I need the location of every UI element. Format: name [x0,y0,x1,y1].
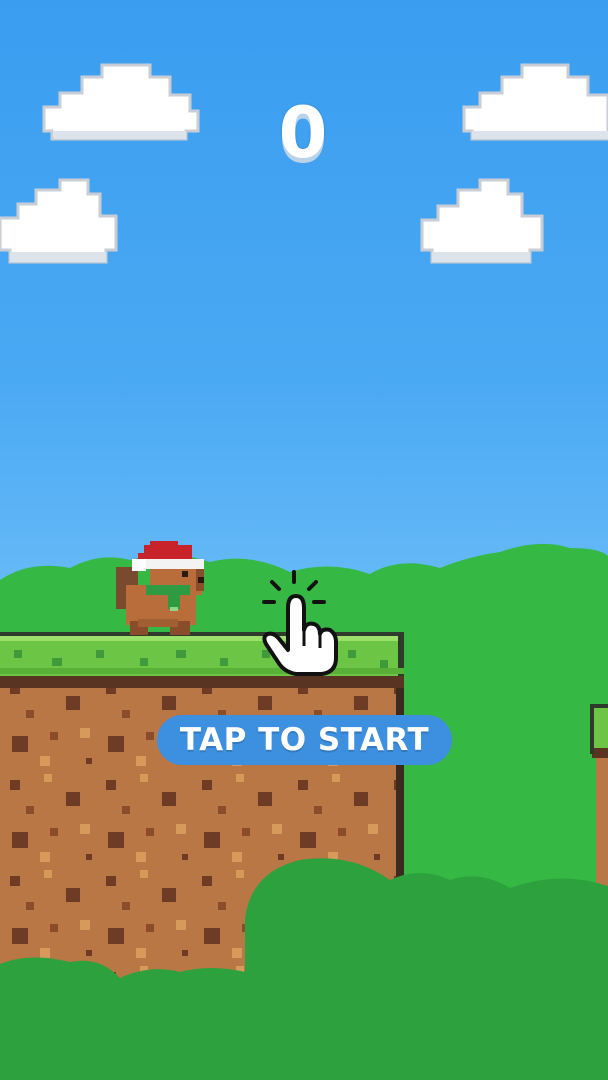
score-counter: 0 [278,92,330,174]
dog-character [116,541,204,635]
game-canvas[interactable]: 0 TAP TO START [0,0,608,1080]
tap-hand-icon [262,570,338,676]
tap-to-start-button[interactable]: TAP TO START [157,715,452,765]
